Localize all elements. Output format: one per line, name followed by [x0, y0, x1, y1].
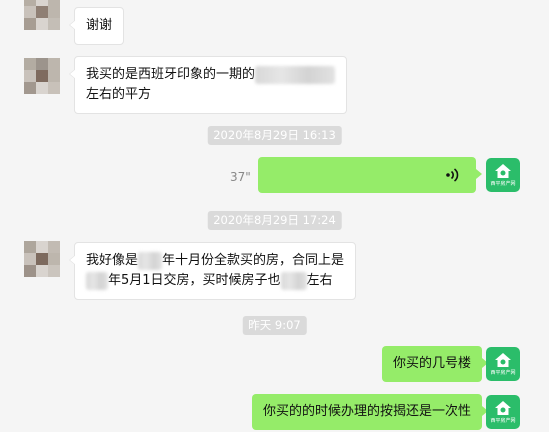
message-outgoing[interactable]: 你买的几号楼	[381, 346, 489, 382]
voice-message[interactable]	[258, 157, 482, 193]
timestamp: 2020年8月29日 17:24	[207, 211, 342, 230]
redacted-region	[138, 251, 163, 270]
message-text: 我买的是西班牙印象的一期的	[86, 67, 256, 82]
contact-avatar[interactable]	[24, 0, 60, 30]
timestamp: 昨天 9:07	[242, 316, 307, 335]
logo-text: 西平房产网	[490, 181, 516, 187]
redacted-region	[280, 271, 307, 290]
timestamp: 2020年8月29日 16:13	[207, 126, 342, 145]
message-outgoing[interactable]: 你买的的时候办理的按揭还是一次性	[251, 394, 489, 430]
message-text: 年5月1日交房，买时候房子也	[108, 273, 281, 288]
message-text: 左右的平方	[86, 87, 152, 102]
my-avatar[interactable]: 西平房产网	[486, 395, 520, 429]
message-text: 谢谢	[86, 18, 113, 33]
message-text: 你买的的时候办理的按揭还是一次性	[262, 404, 471, 419]
message-text: 我好像是	[86, 253, 139, 268]
house-logo-icon	[495, 353, 511, 367]
voice-wave-icon	[446, 168, 459, 182]
redacted-region	[86, 271, 108, 290]
logo-text: 西平房产网	[490, 418, 516, 424]
logo-text: 西平房产网	[490, 370, 516, 376]
message-text: 年十月份全款买的房，合同上是	[162, 253, 345, 268]
message-incoming[interactable]: 我买的是西班牙印象的一期的 左右的平方	[68, 56, 348, 114]
my-avatar[interactable]: 西平房产网	[486, 158, 520, 192]
message-text: 你买的几号楼	[392, 356, 471, 371]
contact-avatar[interactable]	[24, 58, 60, 94]
voice-duration: 37"	[230, 170, 251, 184]
message-text: 左右	[306, 273, 333, 288]
my-avatar[interactable]: 西平房产网	[486, 347, 520, 381]
message-incoming[interactable]: 谢谢	[68, 7, 125, 45]
redacted-region	[255, 65, 336, 84]
message-incoming[interactable]: 我好像是 年十月份全款买的房，合同上是 年5月1日交房，买时候房子也 左右	[68, 242, 357, 300]
house-logo-icon	[495, 401, 511, 415]
contact-avatar[interactable]	[24, 241, 60, 277]
house-logo-icon	[495, 164, 511, 178]
